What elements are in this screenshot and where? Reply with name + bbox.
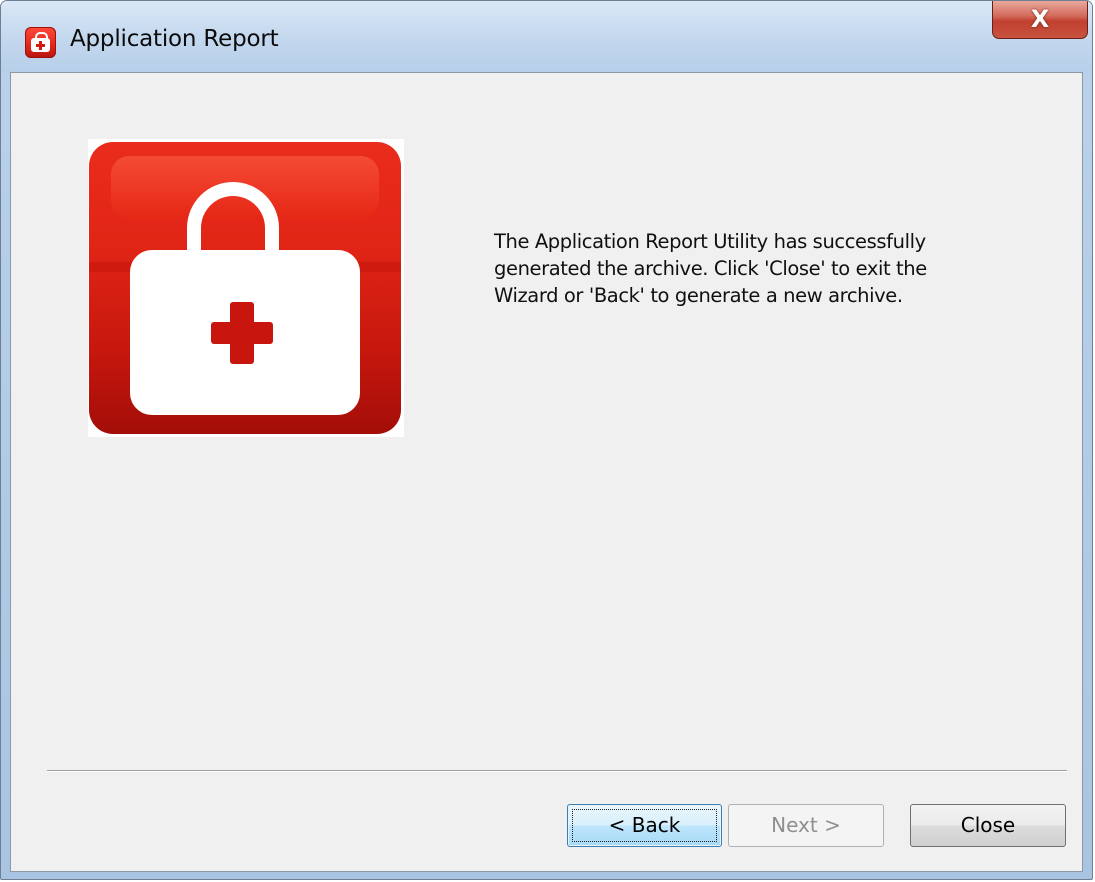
window-close-button[interactable]: X	[992, 1, 1088, 39]
window-title: Application Report	[70, 26, 279, 52]
wizard-content: The Application Report Utility has succe…	[10, 72, 1083, 872]
completion-message: The Application Report Utility has succe…	[494, 230, 927, 307]
application-report-window: Application Report X The Application Rep…	[0, 0, 1093, 880]
back-button-label: < Back	[608, 813, 681, 837]
button-separator	[47, 770, 1067, 772]
close-icon: X	[1030, 5, 1050, 33]
next-button: Next >	[728, 804, 884, 847]
title-bar[interactable]: Application Report X	[1, 1, 1092, 73]
close-button-label: Close	[960, 813, 1016, 837]
next-button-label: Next >	[771, 813, 841, 837]
first-aid-kit-icon	[88, 139, 404, 437]
close-button[interactable]: Close	[910, 804, 1066, 847]
first-aid-kit-icon	[25, 27, 56, 58]
back-button[interactable]: < Back	[567, 804, 722, 847]
